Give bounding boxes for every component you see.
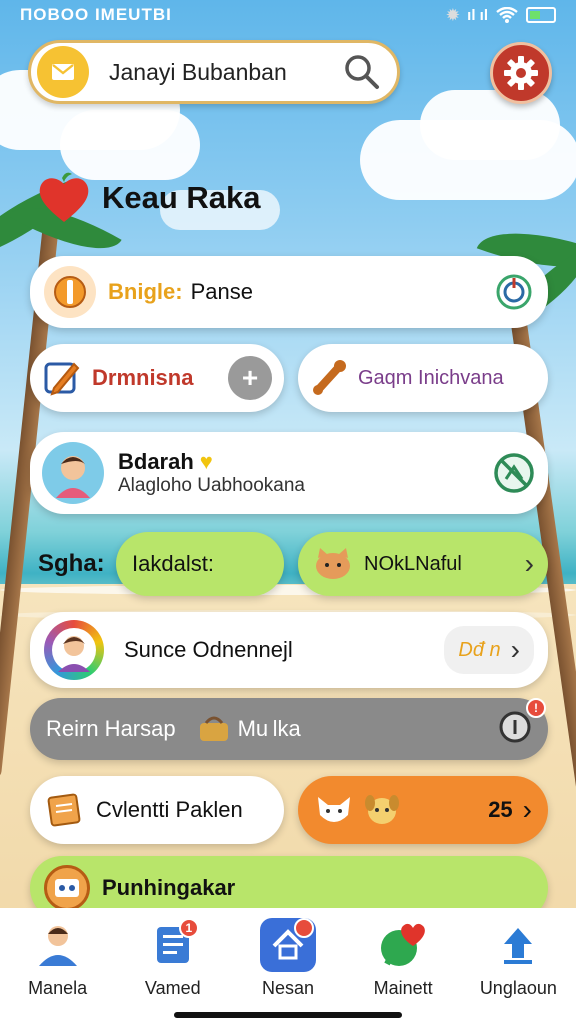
section-header: Keau Raka — [36, 172, 261, 224]
status-text: ΠΟΒΟΟ IMEUTBI — [20, 5, 172, 24]
avatar-rainbow — [44, 620, 104, 680]
avlenth-label: Cvlentti Paklen — [96, 797, 243, 822]
heart-small-icon: ♥ — [199, 449, 213, 474]
count-card[interactable]: 25 › — [298, 776, 548, 844]
search-bar[interactable]: Janayi Bubanban — [28, 40, 400, 104]
power-icon[interactable] — [494, 272, 534, 312]
chevron-right-icon: › — [522, 794, 532, 825]
fox-icon — [318, 797, 350, 822]
avatar — [42, 442, 104, 504]
notification-badge: ! — [526, 697, 546, 718]
nav-label: Vamed — [144, 978, 201, 998]
nokl-label: NOkLNaful — [364, 552, 462, 575]
add-button[interactable]: + — [228, 356, 272, 400]
punh-label: Punhingakar — [102, 875, 236, 900]
reim-bar[interactable]: Reirn Harsap Mu lka ! — [30, 697, 548, 760]
sunce-badge-text: Dđ n — [458, 638, 501, 661]
search-input[interactable]: Janayi Bubanban — [109, 59, 343, 86]
section-title: Keau Raka — [102, 180, 261, 215]
drm-label: Drmnisna — [92, 365, 194, 390]
home-indicator[interactable] — [174, 1012, 402, 1018]
profile-subtitle: Alagloho Uabhookana — [118, 475, 305, 496]
nav-label: Nesan — [261, 978, 314, 998]
sgha-label: Sgha: — [38, 550, 105, 577]
upload-icon — [490, 918, 546, 972]
nav-label: Mainett — [373, 978, 433, 998]
gaqm-card[interactable]: Gaqm Inichvana — [298, 344, 548, 412]
signal-icon: ıl ıl — [467, 6, 488, 24]
document-icon: 1 — [145, 918, 201, 972]
sunce-card[interactable]: Sunce Odnennejl Dđ n › — [30, 612, 548, 688]
nav-label: Manela — [28, 978, 88, 998]
drm-card[interactable]: Drmnisna + — [30, 344, 284, 412]
nav-item-manela[interactable]: Manela — [3, 918, 113, 999]
mail-icon[interactable] — [37, 46, 89, 98]
chevron-right-icon: › — [524, 548, 534, 579]
heart-icon — [39, 172, 89, 222]
robot-icon — [44, 865, 90, 911]
reim-label: Reirn Harsap — [46, 716, 176, 741]
sgha-pill[interactable]: Iakdalst: — [116, 532, 284, 596]
compass-icon — [44, 266, 96, 318]
chevron-right-icon: › — [510, 634, 520, 665]
nav-badge — [293, 918, 314, 938]
bottom-nav: Manela 1 Vamed Nesan Mainett Unglaoun — [0, 908, 576, 1024]
profile-title: Bdarah — [118, 449, 194, 474]
avlenth-card[interactable]: Cvlentti Paklen — [30, 776, 284, 844]
reim-suffix: Mu lka — [237, 716, 301, 741]
gear-icon — [504, 56, 538, 90]
bingle-card[interactable]: Bnigle: Panse — [30, 256, 548, 328]
chat-heart-icon — [375, 918, 431, 972]
sunce-label: Sunce Odnennejl — [124, 637, 293, 662]
cat-icon — [316, 548, 350, 579]
edit-icon — [44, 362, 80, 396]
dog-icon — [365, 795, 399, 824]
wifi-icon — [496, 7, 518, 23]
person-icon — [30, 918, 86, 972]
nav-item-mainett[interactable]: Mainett — [348, 918, 458, 999]
settings-button[interactable] — [490, 42, 552, 104]
search-icon[interactable] — [343, 53, 381, 91]
profile-card[interactable]: Bdarah ♥ Alagloho Uabhookana — [30, 432, 548, 514]
bag-icon — [199, 716, 228, 741]
gaqm-label: Gaqm Inichvana — [358, 366, 504, 389]
nav-item-nesan[interactable]: Nesan — [233, 918, 343, 999]
nav-item-vamed[interactable]: 1 Vamed — [118, 918, 228, 999]
nav-label: Unglaoun — [479, 978, 557, 998]
sunce-badge[interactable]: Dđ n › — [444, 626, 534, 674]
nav-badge: 1 — [178, 918, 199, 938]
gear-small-icon: ✹ — [446, 7, 460, 24]
bingle-label: Bnigle: — [108, 279, 183, 304]
home-icon — [259, 918, 316, 972]
block-icon[interactable] — [492, 451, 536, 495]
note-icon — [47, 793, 81, 827]
status-icons: ✹ ıl ıl — [447, 6, 556, 24]
nokl-pill[interactable]: NOkLNaful › — [298, 532, 548, 596]
battery-icon — [526, 7, 556, 23]
count-value: 25 — [488, 797, 513, 822]
nav-item-unglaoun[interactable]: Unglaoun — [463, 918, 573, 999]
bingle-sub: Panse — [190, 279, 253, 304]
status-bar: ΠΟΒΟΟ IMEUTBI ✹ ıl ıl — [0, 0, 576, 30]
bone-icon — [313, 360, 346, 395]
sgha-pill-label: Iakdalst: — [132, 551, 214, 576]
info-icon[interactable] — [498, 710, 532, 744]
